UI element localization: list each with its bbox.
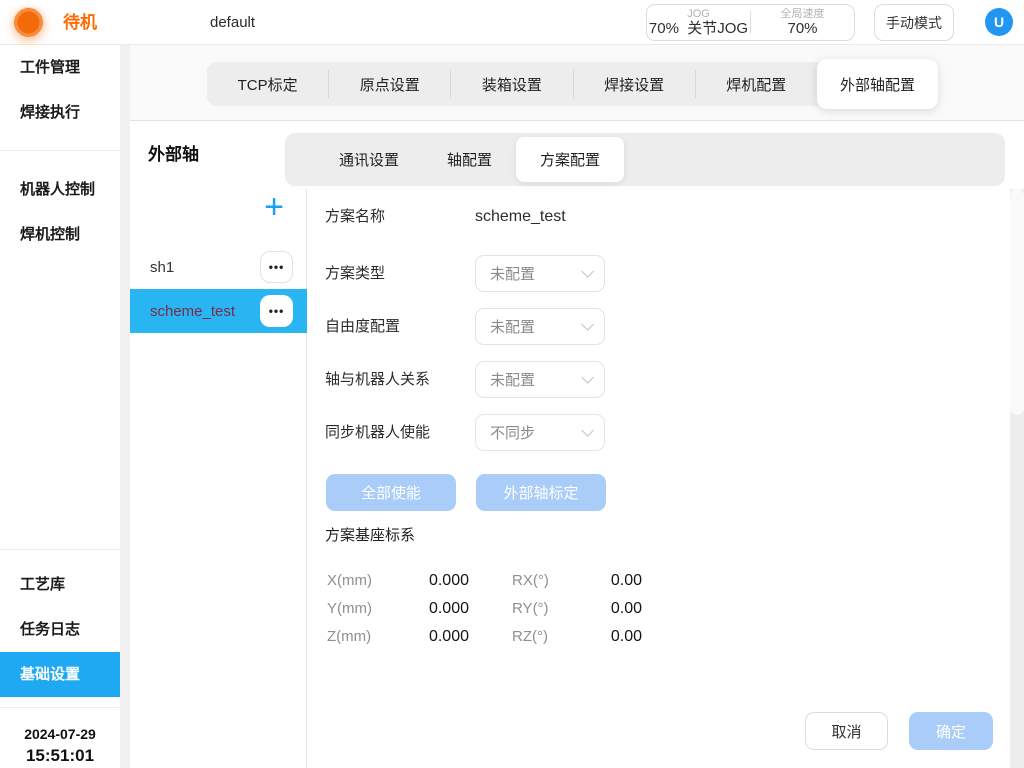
main-area: TCP标定 原点设置 装箱设置 焊接设置 焊机配置 外部轴配置 外部轴 通讯设置… [130, 45, 1024, 768]
dof-config-value: 未配置 [490, 316, 581, 337]
list-item-scheme-test[interactable]: scheme_test ••• [130, 289, 307, 333]
sidebar-item-robot-control[interactable]: 机器人控制 [0, 167, 120, 212]
coord-z-value: 0.000 [397, 623, 469, 651]
scheme-config-form: 方案名称 scheme_test 方案类型 未配置 自由度配置 未配置 轴与机器… [307, 189, 1010, 768]
tab-external-axis-config[interactable]: 外部轴配置 [817, 59, 938, 109]
axis-robot-relation-label: 轴与机器人关系 [325, 361, 430, 398]
base-frame-title: 方案基座标系 [325, 524, 415, 545]
coord-x-label: X(mm) [327, 567, 372, 595]
scheme-name-field-label: 方案名称 [325, 203, 385, 231]
coord-rz-label: RZ(°) [512, 623, 548, 651]
sidebar: 工件管理 焊接执行 机器人控制 焊机控制 工艺库 任务日志 基础设置 2024-… [0, 45, 120, 768]
tab-tcp-calibration[interactable]: TCP标定 [207, 74, 328, 95]
scheme-name-value: scheme_test [475, 203, 566, 231]
external-axis-calibrate-button[interactable]: 外部轴标定 [476, 474, 606, 511]
topbar: 待机 default JOG 70% 关节JOG 全局速度 70% 手动模式 U [0, 0, 1024, 45]
sidebar-divider [0, 150, 120, 151]
tab-packing-settings[interactable]: 装箱设置 [451, 74, 572, 95]
tab-welding-settings[interactable]: 焊接设置 [574, 74, 695, 95]
global-speed-label: 全局速度 [781, 8, 825, 21]
sidebar-spacer [0, 257, 120, 549]
scheme-type-label: 方案类型 [325, 255, 385, 292]
sync-robot-enable-label: 同步机器人使能 [325, 414, 430, 451]
tab-welder-config[interactable]: 焊机配置 [696, 74, 817, 95]
global-speed-value: 70% [787, 20, 817, 37]
dof-config-select[interactable]: 未配置 [475, 308, 605, 345]
main-tab-strip: TCP标定 原点设置 装箱设置 焊接设置 焊机配置 外部轴配置 [130, 45, 1024, 121]
app-logo-icon[interactable] [13, 7, 44, 38]
coord-ry-label: RY(°) [512, 595, 549, 623]
confirm-button[interactable]: 确定 [909, 712, 993, 750]
coord-z-label: Z(mm) [327, 623, 371, 651]
coord-rx-value: 0.00 [577, 567, 642, 595]
scheme-name-label: scheme_test [150, 303, 235, 320]
chevron-down-icon [581, 265, 594, 278]
sidebar-item-welder-control[interactable]: 焊机控制 [0, 212, 120, 257]
sidebar-item-workpiece[interactable]: 工件管理 [0, 45, 120, 90]
sidebar-item-basic-settings[interactable]: 基础设置 [0, 652, 120, 697]
coord-rz-value: 0.00 [577, 623, 642, 651]
main-tabs: TCP标定 原点设置 装箱设置 焊接设置 焊机配置 外部轴配置 [207, 62, 938, 106]
tab-origin-settings[interactable]: 原点设置 [329, 74, 450, 95]
scrollbar-thumb[interactable] [1010, 189, 1024, 415]
sidebar-item-weld-exec[interactable]: 焊接执行 [0, 90, 120, 135]
current-date: 2024-07-29 [0, 724, 120, 744]
subtab-communication-settings[interactable]: 通讯设置 [315, 149, 423, 170]
coord-rx-label: RX(°) [512, 567, 549, 595]
scheme-name-label: sh1 [150, 259, 174, 276]
coord-y-label: Y(mm) [327, 595, 372, 623]
sub-tabs: 通讯设置 轴配置 方案配置 [285, 133, 1005, 186]
global-speed-section[interactable]: 全局速度 70% [751, 5, 854, 40]
sidebar-divider [0, 549, 120, 550]
coord-x-value: 0.000 [397, 567, 469, 595]
jog-section[interactable]: JOG 70% 关节JOG [647, 5, 750, 40]
robot-status: 待机 [63, 0, 97, 45]
axis-robot-relation-select[interactable]: 未配置 [475, 361, 605, 398]
jog-label: JOG [687, 8, 710, 21]
sync-robot-enable-select[interactable]: 不同步 [475, 414, 605, 451]
axis-robot-relation-value: 未配置 [490, 369, 581, 390]
chevron-down-icon [581, 318, 594, 331]
subtab-scheme-config[interactable]: 方案配置 [516, 137, 624, 182]
more-options-icon[interactable]: ••• [260, 251, 293, 283]
section-body: + sh1 ••• scheme_test ••• 方案名称 scheme_te… [130, 189, 1024, 768]
coord-y-value: 0.000 [397, 595, 469, 623]
panel-title: 外部轴 [148, 121, 199, 189]
coord-ry-value: 0.00 [577, 595, 642, 623]
add-scheme-icon[interactable]: + [264, 187, 284, 227]
datetime-display: 2024-07-29 15:51:01 [0, 724, 120, 768]
sidebar-item-process-library[interactable]: 工艺库 [0, 562, 120, 607]
sidebar-item-task-log[interactable]: 任务日志 [0, 607, 120, 652]
user-avatar[interactable]: U [985, 8, 1013, 36]
scheme-list-panel: + sh1 ••• scheme_test ••• [130, 189, 307, 768]
sync-robot-enable-value: 不同步 [490, 422, 581, 443]
cancel-button[interactable]: 取消 [805, 712, 888, 750]
manual-mode-button[interactable]: 手动模式 [874, 4, 954, 41]
current-time: 15:51:01 [0, 744, 120, 768]
jog-speed-panel[interactable]: JOG 70% 关节JOG 全局速度 70% [646, 4, 855, 41]
sidebar-gutter [120, 45, 130, 768]
more-options-icon[interactable]: ••• [260, 295, 293, 327]
jog-value-mode: 70% 关节JOG [649, 20, 748, 37]
list-item-sh1[interactable]: sh1 ••• [130, 245, 307, 289]
scheme-type-select[interactable]: 未配置 [475, 255, 605, 292]
project-name[interactable]: default [210, 0, 255, 45]
chevron-down-icon [581, 371, 594, 384]
scheme-type-value: 未配置 [490, 263, 581, 284]
dof-config-label: 自由度配置 [325, 308, 400, 345]
sidebar-divider [0, 707, 120, 708]
chevron-down-icon [581, 424, 594, 437]
section-header: 外部轴 通讯设置 轴配置 方案配置 [130, 121, 1024, 189]
enable-all-button[interactable]: 全部使能 [326, 474, 456, 511]
subtab-axis-config[interactable]: 轴配置 [423, 149, 516, 170]
scrollbar-track[interactable] [1010, 189, 1024, 768]
